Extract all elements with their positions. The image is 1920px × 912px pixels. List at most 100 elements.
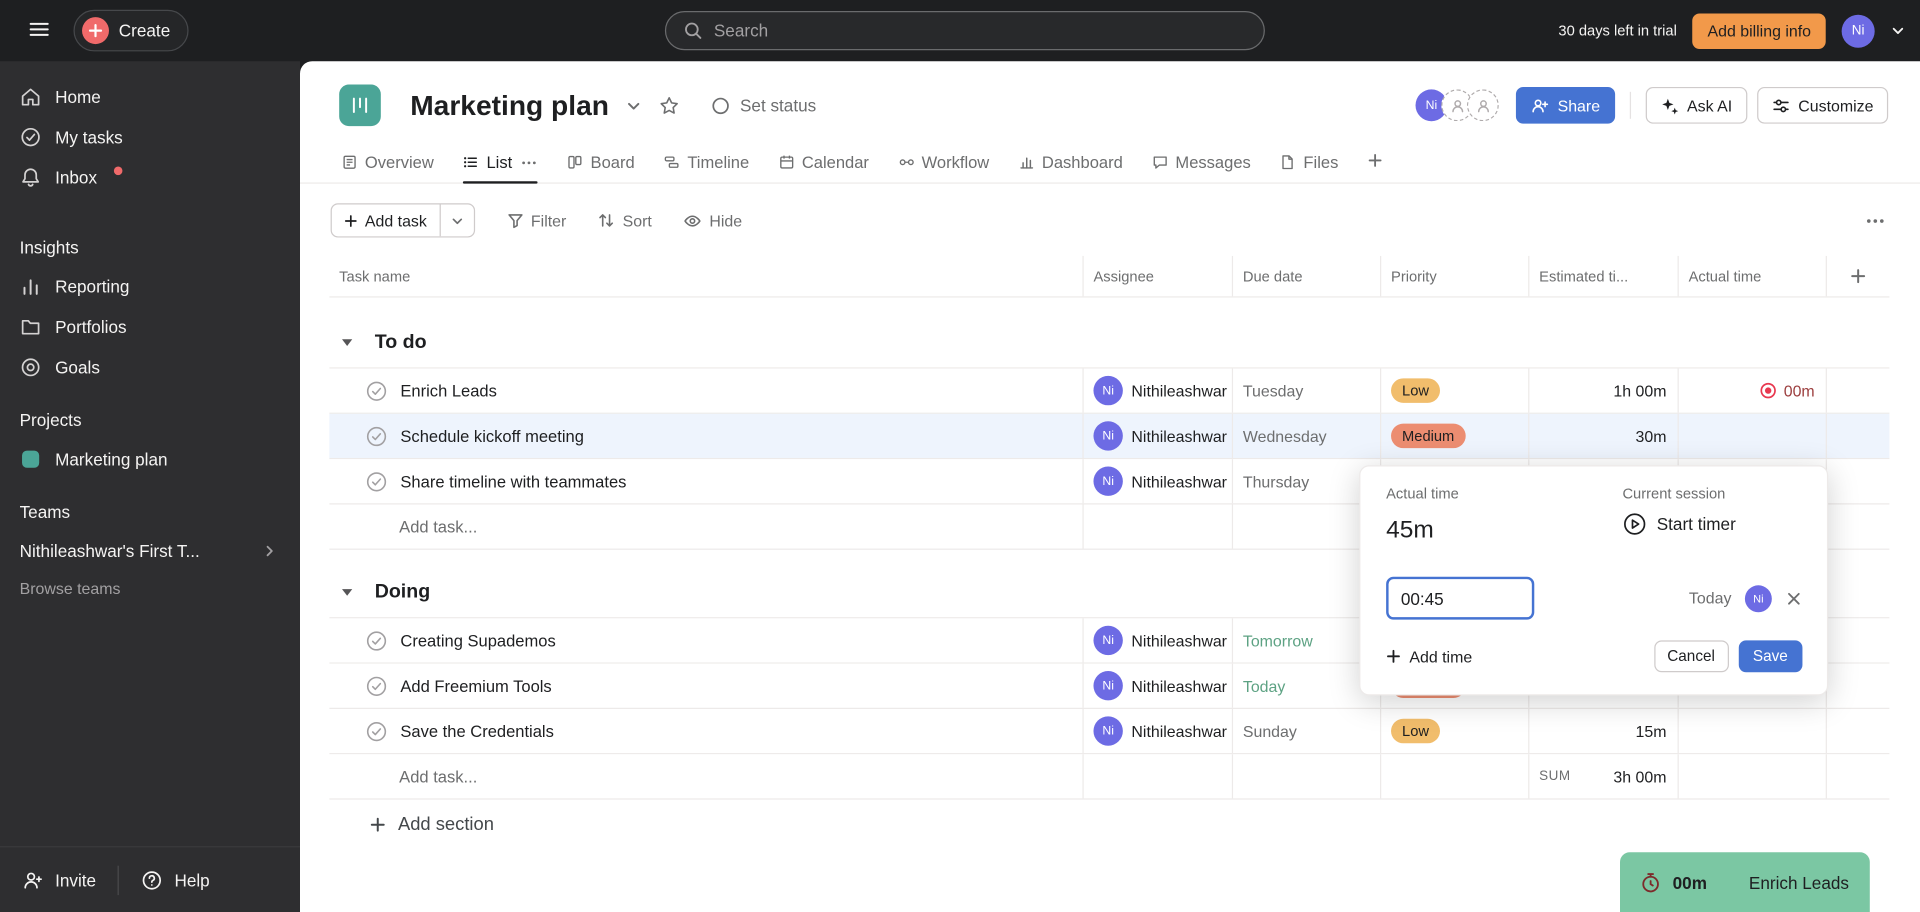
sidebar-item-marketing-plan[interactable]: Marketing plan: [0, 438, 300, 478]
estimated-time[interactable]: 30m: [1636, 427, 1667, 445]
add-tab-button[interactable]: [1368, 153, 1383, 179]
complete-task-icon[interactable]: [366, 630, 387, 651]
section-header[interactable]: To do: [329, 317, 1890, 369]
search-input[interactable]: Search: [664, 11, 1265, 51]
sidebar-item-inbox[interactable]: Inbox: [0, 157, 300, 197]
due-date[interactable]: Today: [1243, 677, 1285, 695]
task-row[interactable]: Enrich Leads Ni Nithileashwar Tuesday Low 1h …: [329, 368, 1890, 414]
tab-dashboard[interactable]: Dashboard: [1019, 153, 1123, 182]
priority-badge[interactable]: Low: [1391, 718, 1441, 744]
due-date[interactable]: Tuesday: [1243, 381, 1303, 399]
assignee-avatar[interactable]: Ni: [1093, 375, 1123, 406]
set-status-button[interactable]: Set status: [712, 96, 816, 115]
task-row[interactable]: Save the Credentials Ni Nithileashwar Sunda…: [329, 708, 1890, 755]
save-button[interactable]: Save: [1738, 640, 1803, 673]
collapse-caret-icon[interactable]: [340, 585, 353, 598]
assignee-avatar[interactable]: Ni: [1093, 421, 1123, 451]
column-header-assignee[interactable]: Assignee: [1084, 255, 1234, 297]
close-icon[interactable]: [1785, 590, 1802, 607]
due-date[interactable]: Wednesday: [1243, 427, 1327, 445]
column-header-estimated-ti-[interactable]: Estimated ti...: [1529, 255, 1679, 297]
cancel-button[interactable]: Cancel: [1653, 640, 1729, 673]
tab-board[interactable]: Board: [567, 153, 635, 182]
tab-workflow[interactable]: Workflow: [898, 153, 989, 182]
filter-button[interactable]: Filter: [506, 211, 566, 230]
sidebar-toggle-button[interactable]: [27, 17, 51, 45]
priority-badge[interactable]: Medium: [1391, 423, 1466, 449]
column-header-actual-time[interactable]: Actual time: [1679, 255, 1827, 297]
invite-button[interactable]: Invite: [22, 869, 96, 891]
column-header-due-date[interactable]: Due date: [1233, 255, 1382, 297]
add-task-inline[interactable]: Add task...: [399, 517, 477, 535]
assignee-avatar[interactable]: Ni: [1093, 716, 1123, 746]
assignee-avatar[interactable]: Ni: [1093, 671, 1123, 701]
due-date[interactable]: Sunday: [1243, 722, 1297, 740]
due-date[interactable]: Tomorrow: [1243, 631, 1313, 649]
task-name[interactable]: Creating Supademos: [400, 631, 555, 649]
estimated-time[interactable]: 1h 00m: [1613, 381, 1666, 399]
sidebar-item-home[interactable]: Home: [0, 76, 300, 116]
complete-task-icon[interactable]: [366, 675, 387, 696]
customize-button[interactable]: Customize: [1756, 86, 1889, 124]
tab-timeline[interactable]: Timeline: [664, 153, 749, 182]
complete-task-icon[interactable]: [366, 721, 387, 742]
tab-files[interactable]: Files: [1280, 153, 1338, 182]
tab-options-icon[interactable]: [521, 154, 538, 171]
sidebar-item-team[interactable]: Nithileashwar's First T...: [0, 530, 300, 570]
ask-ai-button[interactable]: Ask AI: [1645, 86, 1747, 124]
tab-overview[interactable]: Overview: [342, 153, 434, 182]
due-date[interactable]: Thursday: [1243, 472, 1309, 490]
project-icon[interactable]: [339, 84, 381, 127]
title-chevron-down-icon[interactable]: [626, 97, 642, 113]
record-icon[interactable]: [1759, 382, 1776, 399]
add-task-button[interactable]: Add task: [332, 204, 439, 236]
tab-calendar[interactable]: Calendar: [779, 153, 869, 182]
more-options-icon[interactable]: [1865, 210, 1886, 231]
share-button[interactable]: Share: [1515, 86, 1615, 124]
chevron-down-icon[interactable]: [1891, 23, 1906, 38]
start-timer-button[interactable]: Start timer: [1622, 512, 1802, 536]
create-button[interactable]: Create: [73, 9, 189, 52]
add-task-row[interactable]: Add task... SUM 3h 00m: [329, 754, 1890, 800]
add-time-button[interactable]: Add time: [1386, 647, 1472, 666]
teams-heading[interactable]: Teams: [0, 493, 300, 530]
user-avatar[interactable]: Ni: [1841, 14, 1875, 48]
task-name[interactable]: Add Freemium Tools: [400, 677, 551, 695]
assignee-avatar[interactable]: Ni: [1093, 625, 1123, 656]
task-name[interactable]: Save the Credentials: [400, 722, 553, 740]
complete-task-icon[interactable]: [366, 471, 387, 492]
entry-date-label[interactable]: Today: [1689, 589, 1731, 607]
column-header-task-name[interactable]: Task name: [329, 255, 1084, 297]
browse-teams-link[interactable]: Browse teams: [0, 571, 300, 607]
sidebar-item-portfolios[interactable]: Portfolios: [0, 306, 300, 346]
projects-heading[interactable]: Projects: [0, 402, 300, 439]
add-billing-button[interactable]: Add billing info: [1692, 12, 1826, 49]
empty-member-avatar[interactable]: [1466, 89, 1499, 122]
help-button[interactable]: Help: [141, 869, 210, 891]
tab-list[interactable]: List: [463, 153, 538, 184]
priority-badge[interactable]: Low: [1391, 378, 1441, 403]
sidebar-item-reporting[interactable]: Reporting: [0, 266, 300, 306]
hide-button[interactable]: Hide: [684, 211, 742, 230]
task-name[interactable]: Schedule kickoff meeting: [400, 427, 583, 445]
task-name[interactable]: Enrich Leads: [400, 381, 497, 399]
task-name[interactable]: Share timeline with teammates: [400, 472, 626, 490]
floating-timer-widget[interactable]: 00m Enrich Leads: [1620, 852, 1870, 912]
add-column-button[interactable]: [1827, 256, 1888, 296]
star-icon[interactable]: [659, 95, 680, 116]
chevron-right-icon[interactable]: [258, 543, 280, 558]
column-header-priority[interactable]: Priority: [1381, 255, 1530, 297]
add-task-dropdown-button[interactable]: [439, 204, 473, 237]
complete-task-icon[interactable]: [366, 380, 387, 401]
sort-button[interactable]: Sort: [598, 211, 652, 230]
sidebar-item-my-tasks[interactable]: My tasks: [0, 116, 300, 156]
assignee-avatar[interactable]: Ni: [1093, 466, 1123, 496]
sidebar-item-goals[interactable]: Goals: [0, 347, 300, 387]
task-row[interactable]: Schedule kickoff meeting Ni Nithileashwar W…: [329, 413, 1890, 460]
complete-task-icon[interactable]: [366, 426, 387, 447]
add-task-inline[interactable]: Add task...: [399, 767, 477, 785]
tab-messages[interactable]: Messages: [1152, 153, 1251, 182]
estimated-time[interactable]: 15m: [1636, 722, 1667, 740]
insights-heading[interactable]: Insights: [0, 229, 300, 266]
actual-time[interactable]: 00m: [1784, 381, 1815, 399]
